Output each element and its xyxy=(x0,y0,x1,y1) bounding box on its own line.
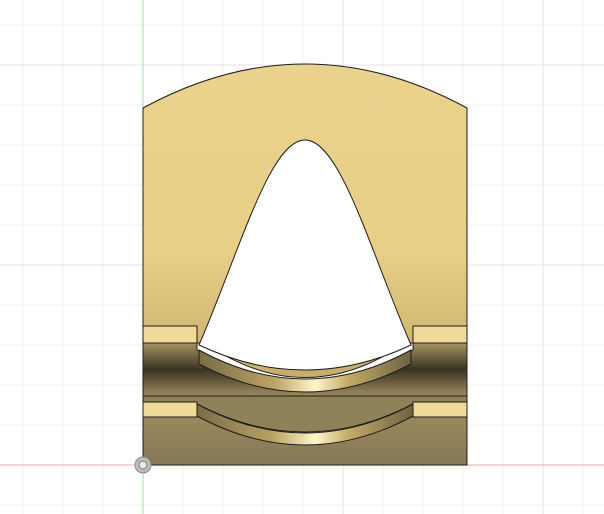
left-tab-lower[interactable] xyxy=(142,401,198,418)
origin-point-icon[interactable] xyxy=(134,456,152,474)
right-tab-lower[interactable] xyxy=(412,401,468,418)
left-tab-upper[interactable] xyxy=(142,325,198,344)
right-tab-upper[interactable] xyxy=(412,325,468,344)
design-canvas[interactable] xyxy=(0,0,604,514)
